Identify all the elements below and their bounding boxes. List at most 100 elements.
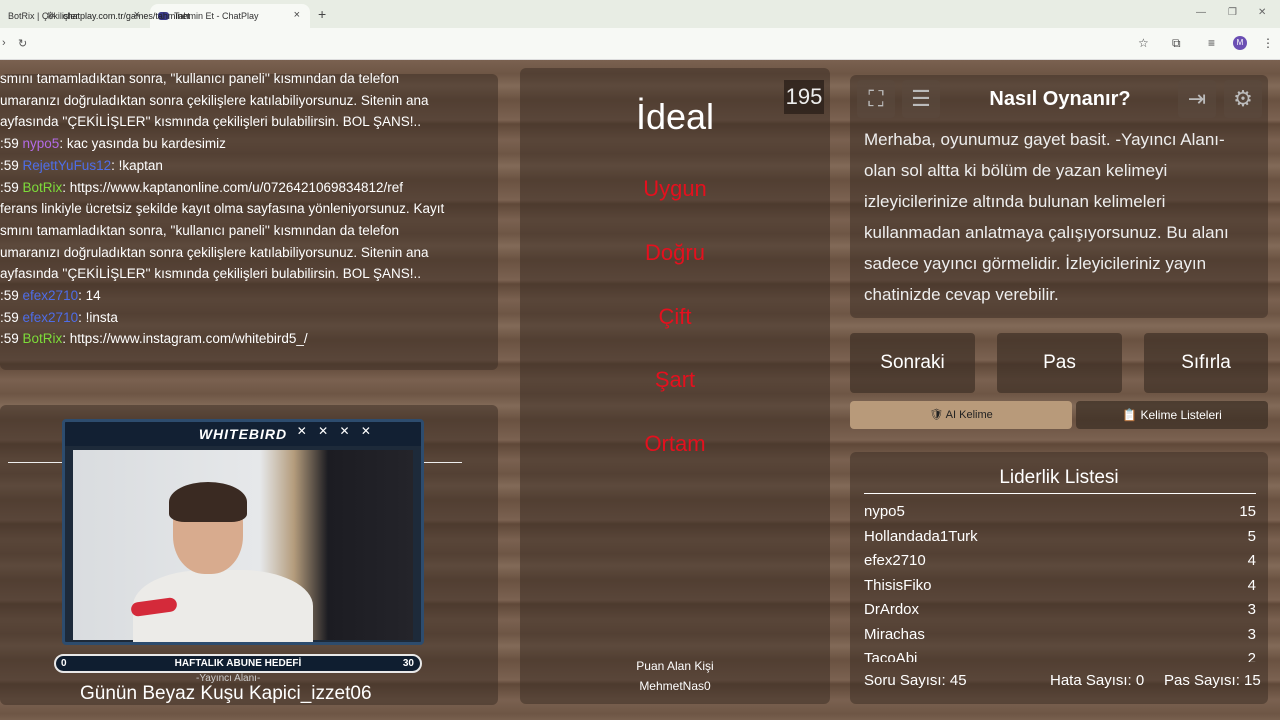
leaderboard-list[interactable]: nypo5 15 Hollandada1Turk 5 efex2710 4 ThisisFi… — [864, 500, 1256, 662]
chat-text: umaranızı doğruladıktan sonra çekilişler… — [0, 92, 429, 108]
chat-message: umaranızı doğruladıktan sonra çekilişler… — [0, 90, 498, 112]
leaderboard-title: Liderlik Listesi — [999, 467, 1119, 488]
media-icon[interactable]: ≡ — [1208, 36, 1215, 50]
chat-text: : 14 — [78, 288, 101, 304]
goal-label: HAFTALIK ABUNE HEDEFİ — [174, 658, 302, 669]
forbidden-word: Çift — [658, 304, 692, 329]
restore-button[interactable]: ❐ — [1228, 7, 1237, 18]
person-hair — [169, 482, 247, 522]
chat-text: smını tamamladıktan sonra, ''kullanıcı p… — [0, 222, 400, 238]
chat-message: smını tamamladıktan sonra, ''kullanıcı p… — [0, 68, 498, 90]
word-lists-button[interactable]: 📋 Kelime Listeleri — [1076, 401, 1268, 429]
player-score: 5 — [1247, 527, 1256, 545]
url-field[interactable]: ⚙ chatplay.com.tr/games/tahminet — [38, 5, 1158, 27]
ai-word-button[interactable]: 🛡 AI Kelime — [850, 401, 1072, 429]
chat-log: smını tamamladıktan sonra, ''kullanıcı p… — [0, 68, 498, 370]
webcam-video — [73, 450, 413, 642]
chat-message: :59 nypo5: kac yasında bu kardesimiz — [0, 133, 498, 155]
chat-text: : kac yasında bu kardesimiz — [59, 136, 226, 152]
profile-avatar[interactable]: M — [1233, 36, 1247, 50]
chat-username[interactable]: efex2710 — [23, 310, 79, 325]
extensions-icon[interactable]: ⧉ — [1172, 36, 1181, 51]
error-count: Hata Sayısı: 0 — [1050, 672, 1145, 689]
site-settings-icon[interactable]: ⚙ — [46, 6, 55, 28]
chat-timestamp: :59 — [0, 288, 23, 304]
player-score: 3 — [1247, 601, 1256, 618]
leaderboard-row: TacoAbi 2 — [864, 647, 1256, 662]
chat-message: umaranızı doğruladıktan sonra çekilişler… — [0, 242, 498, 264]
chat-message: :59 BotRix: https://www.kaptanonline.com… — [0, 177, 498, 199]
subscriber-goal-bar: 0 HAFTALIK ABUNE HEDEFİ 30 — [54, 654, 422, 673]
forbidden-word: Doğru — [645, 240, 705, 265]
streamer-caption: Günün Beyaz Kuşu Kapici_izzet06 — [80, 683, 372, 704]
chat-message: :59 RejettYuFus12: !kaptan — [0, 155, 498, 177]
player-name: ThisisFiko — [864, 576, 932, 594]
forbidden-word: Uygun — [643, 176, 707, 201]
chat-text: ayfasında ''ÇEKİLİŞLER'' kısmında çekili… — [0, 266, 421, 282]
chat-text: umaranızı doğruladıktan sonra çekilişler… — [0, 244, 429, 260]
minimize-button[interactable]: — — [1196, 7, 1206, 18]
chat-timestamp: :59 — [0, 309, 23, 325]
reset-button[interactable]: Sıfırla — [1144, 333, 1268, 393]
chat-username[interactable]: BotRix — [23, 331, 63, 346]
player-name: efex2710 — [864, 552, 926, 569]
leaderboard-row: DrArdox 3 — [864, 598, 1256, 623]
list-icon[interactable]: ☰ — [902, 80, 940, 118]
pass-count: Pas Sayısı: 15 — [1164, 672, 1261, 689]
chat-message: smını tamamladıktan sonra, ''kullanıcı p… — [0, 220, 498, 242]
player-score: 2 — [1247, 650, 1256, 662]
chat-message: :59 efex2710: 14 — [0, 285, 498, 307]
divider — [8, 462, 62, 463]
fullscreen-icon[interactable]: ⛶ — [857, 80, 895, 118]
forbidden-word: Şart — [654, 367, 696, 392]
pass-button[interactable]: Pas — [997, 333, 1122, 393]
reload-icon[interactable]: ↻ — [18, 37, 27, 50]
webcam-overlay: WHITEBIRD ✕ ✕ ✕ ✕ — [62, 419, 424, 645]
divider — [864, 493, 1256, 494]
chat-timestamp: :59 — [0, 179, 23, 195]
player-name: Hollandada1Turk — [864, 527, 978, 545]
bookmark-star-icon[interactable]: ☆ — [1138, 36, 1149, 50]
chat-message: ferans linkiyle ücretsiz şekilde kayıt o… — [0, 198, 498, 220]
next-button[interactable]: Sonraki — [850, 333, 975, 393]
scorer-name: MehmetNas0 — [639, 679, 711, 693]
chat-timestamp: :59 — [0, 331, 23, 347]
chat-text: : https://www.instagram.com/whitebird5_/ — [62, 331, 308, 347]
chat-timestamp: :59 — [0, 157, 23, 173]
chat-username[interactable]: nypo5 — [23, 136, 60, 151]
player-name: Mirachas — [864, 625, 925, 643]
chat-username[interactable]: RejettYuFus12 — [23, 158, 112, 173]
gear-icon[interactable]: ⚙ — [1224, 80, 1262, 118]
player-name: nypo5 — [864, 503, 905, 520]
chat-text: : !insta — [78, 309, 118, 325]
chat-text: ferans linkiyle ücretsiz şekilde kayıt o… — [0, 201, 445, 217]
overlay-marks: ✕ ✕ ✕ ✕ — [296, 424, 375, 438]
player-score: 4 — [1247, 552, 1256, 569]
how-to-play-text: Merhaba, oyunumuz gayet basit. -Yayıncı … — [864, 130, 1229, 304]
chat-username[interactable]: BotRix — [23, 180, 63, 195]
chat-text: : !kaptan — [111, 157, 163, 173]
target-word: İdeal — [635, 96, 715, 137]
player-name: DrArdox — [864, 601, 920, 618]
menu-kebab-icon[interactable]: ⋮ — [1262, 36, 1274, 50]
chat-text: ayfasında ''ÇEKİLİŞLER'' kısmında çekili… — [0, 114, 421, 130]
chat-message: :59 BotRix: https://www.instagram.com/wh… — [0, 328, 498, 350]
chat-timestamp: :59 — [0, 136, 23, 152]
leaderboard-row: efex2710 4 — [864, 549, 1256, 574]
address-bar-row — [0, 28, 1280, 60]
player-name: TacoAbi — [864, 650, 918, 662]
player-score: 15 — [1239, 503, 1256, 520]
how-to-play-title: Nasıl Oynanır? — [989, 88, 1131, 110]
scorer-label: Puan Alan Kişi — [636, 659, 714, 673]
forward-icon[interactable]: › — [2, 37, 6, 49]
logout-icon[interactable]: ⇥ — [1178, 80, 1216, 118]
chat-text: smını tamamladıktan sonra, ''kullanıcı p… — [0, 71, 400, 86]
leaderboard-row: Hollandada1Turk 5 — [864, 525, 1256, 550]
url-text: chatplay.com.tr/games/tahminet — [62, 11, 190, 21]
question-count: Soru Sayısı: 45 — [864, 672, 967, 689]
chat-message: :59 efex2710: !insta — [0, 307, 498, 329]
chat-message: ayfasında ''ÇEKİLİŞLER'' kısmında çekili… — [0, 111, 498, 133]
chat-username[interactable]: efex2710 — [23, 288, 79, 303]
player-score: 4 — [1247, 576, 1256, 594]
close-window-button[interactable]: ✕ — [1258, 7, 1266, 18]
